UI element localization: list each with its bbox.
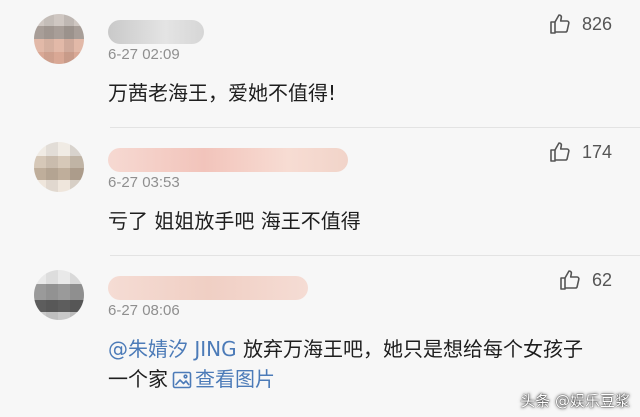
comment-item: 6-27 03:53 174 亏了 姐姐放手吧 海王不值得 (0, 128, 640, 256)
view-image-link[interactable]: 查看图片 (168, 367, 275, 391)
like-count: 826 (581, 13, 612, 34)
user-mention-link[interactable]: @朱婧汐 JING (108, 337, 237, 361)
avatar[interactable] (34, 14, 84, 64)
username-blurred[interactable] (108, 20, 204, 44)
avatar[interactable] (34, 142, 84, 192)
like-button[interactable]: 174 (548, 140, 612, 164)
username-blurred[interactable] (108, 148, 348, 172)
comment-timestamp: 6-27 02:09 (108, 46, 180, 63)
avatar[interactable] (34, 270, 84, 320)
thumbs-up-icon (550, 14, 570, 34)
watermark: 头条 @娱乐豆浆 (520, 392, 630, 410)
image-icon (172, 371, 192, 389)
thumbs-up-icon (550, 142, 570, 162)
comment-text: 万茜老海王，爱她不值得! (108, 81, 337, 105)
comment-text: 亏了 姐姐放手吧 海王不值得 (108, 209, 361, 233)
comment-item: 6-27 02:09 826 万茜老海王，爱她不值得! (0, 0, 640, 128)
like-count: 62 (591, 269, 612, 290)
like-button[interactable]: 826 (548, 12, 612, 36)
thumbs-up-icon (560, 270, 580, 290)
username-blurred[interactable] (108, 276, 308, 300)
like-count: 174 (581, 141, 612, 162)
comment-timestamp: 6-27 08:06 (108, 302, 180, 319)
comment-text: @朱婧汐 JING 放弃万海王吧，她只是想给每个女孩子一个家 查看图片 (108, 334, 588, 394)
view-image-label: 查看图片 (195, 367, 275, 391)
like-button[interactable]: 62 (558, 268, 612, 292)
comment-timestamp: 6-27 03:53 (108, 174, 180, 191)
